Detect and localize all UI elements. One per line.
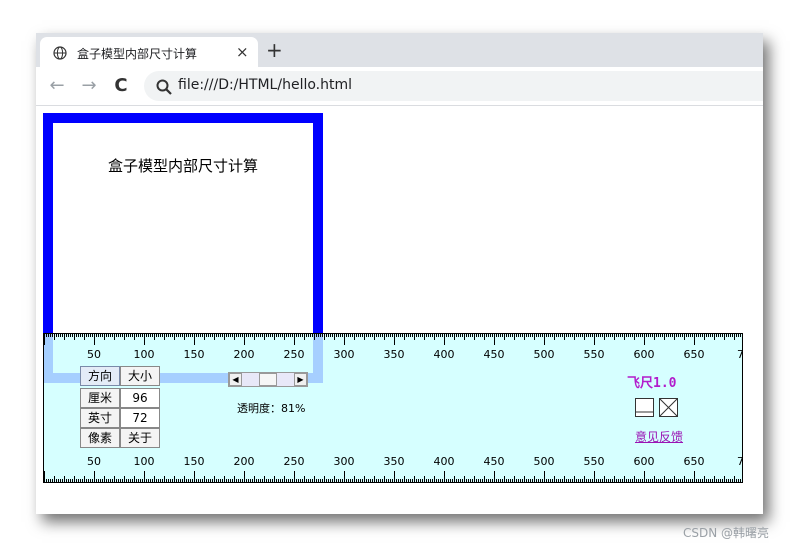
ruler-label-bottom: 200: [234, 455, 255, 468]
close-icon[interactable]: ×: [236, 43, 249, 61]
brand-label: 飞尺1.0: [627, 376, 677, 391]
watermark: CSDN @韩曙亮: [683, 526, 770, 540]
tab-active[interactable]: 盒子模型内部尺寸计算 ×: [40, 37, 258, 67]
about-button[interactable]: 关于: [120, 428, 160, 448]
ruler-label-bottom: 600: [634, 455, 655, 468]
ruler-label-bottom: 70: [737, 455, 742, 468]
globe-icon: [53, 46, 67, 60]
ruler-label-bottom: 550: [584, 455, 605, 468]
new-tab-button[interactable]: +: [266, 39, 283, 61]
slider-left-icon[interactable]: ◀: [229, 373, 242, 386]
ruler-label-top: 50: [87, 348, 101, 361]
browser-toolbar: ← → C file:///D:/HTML/hello.html: [36, 67, 763, 106]
inch-label[interactable]: 英寸: [80, 408, 120, 428]
ruler-label-top: 650: [684, 348, 705, 361]
ruler-label-bottom: 350: [384, 455, 405, 468]
ruler-label-bottom: 400: [434, 455, 455, 468]
size-button[interactable]: 大小: [120, 366, 160, 386]
inch-value: 72: [120, 408, 160, 428]
ruler-label-top: 200: [234, 348, 255, 361]
ruler-label-bottom: 650: [684, 455, 705, 468]
search-icon: [156, 79, 172, 95]
ruler-label-bottom: 150: [184, 455, 205, 468]
direction-button[interactable]: 方向: [80, 366, 120, 386]
back-arrow-icon[interactable]: ←: [44, 73, 70, 99]
cm-label[interactable]: 厘米: [80, 388, 120, 408]
ruler-label-bottom: 500: [534, 455, 555, 468]
cm-value: 96: [120, 388, 160, 408]
ruler-label-top: 150: [184, 348, 205, 361]
ruler-label-top: 600: [634, 348, 655, 361]
opacity-label: 透明度：81%: [237, 402, 306, 415]
reload-icon[interactable]: C: [108, 73, 134, 99]
forward-arrow-icon[interactable]: →: [76, 73, 102, 99]
ruler-label-top: 500: [534, 348, 555, 361]
ruler-label-top: 300: [334, 348, 355, 361]
address-bar[interactable]: file:///D:/HTML/hello.html: [144, 71, 763, 101]
ruler-label-top: 550: [584, 348, 605, 361]
ruler-label-top: 100: [134, 348, 155, 361]
ruler-label-bottom: 450: [484, 455, 505, 468]
ruler-label-bottom: 100: [134, 455, 155, 468]
feedback-link[interactable]: 意见反馈: [635, 428, 683, 445]
screen-ruler[interactable]: 50 50 100 100 150 150 200 200 250 250 300 300 350 350…: [43, 333, 743, 483]
ruler-label-top: 250: [284, 348, 305, 361]
tab-title: 盒子模型内部尺寸计算: [77, 47, 198, 61]
slider-thumb[interactable]: [259, 373, 277, 386]
box-title: 盒子模型内部尺寸计算: [107, 157, 258, 175]
minimize-icon[interactable]: [635, 398, 654, 417]
pixel-label[interactable]: 像素: [80, 428, 120, 448]
ruler-label-bottom: 300: [334, 455, 355, 468]
ruler-label-top: 450: [484, 348, 505, 361]
ruler-label-top: 400: [434, 348, 455, 361]
opacity-slider[interactable]: ◀ ▶: [228, 372, 308, 387]
slider-right-icon[interactable]: ▶: [294, 373, 307, 386]
ruler-label-top: 70: [737, 348, 742, 361]
url-text: file:///D:/HTML/hello.html: [178, 77, 353, 93]
tab-strip: 盒子模型内部尺寸计算 × +: [36, 33, 763, 67]
ruler-label-bottom: 250: [284, 455, 305, 468]
close-icon[interactable]: [659, 398, 678, 417]
ruler-label-top: 350: [384, 348, 405, 361]
ruler-label-bottom: 50: [87, 455, 101, 468]
